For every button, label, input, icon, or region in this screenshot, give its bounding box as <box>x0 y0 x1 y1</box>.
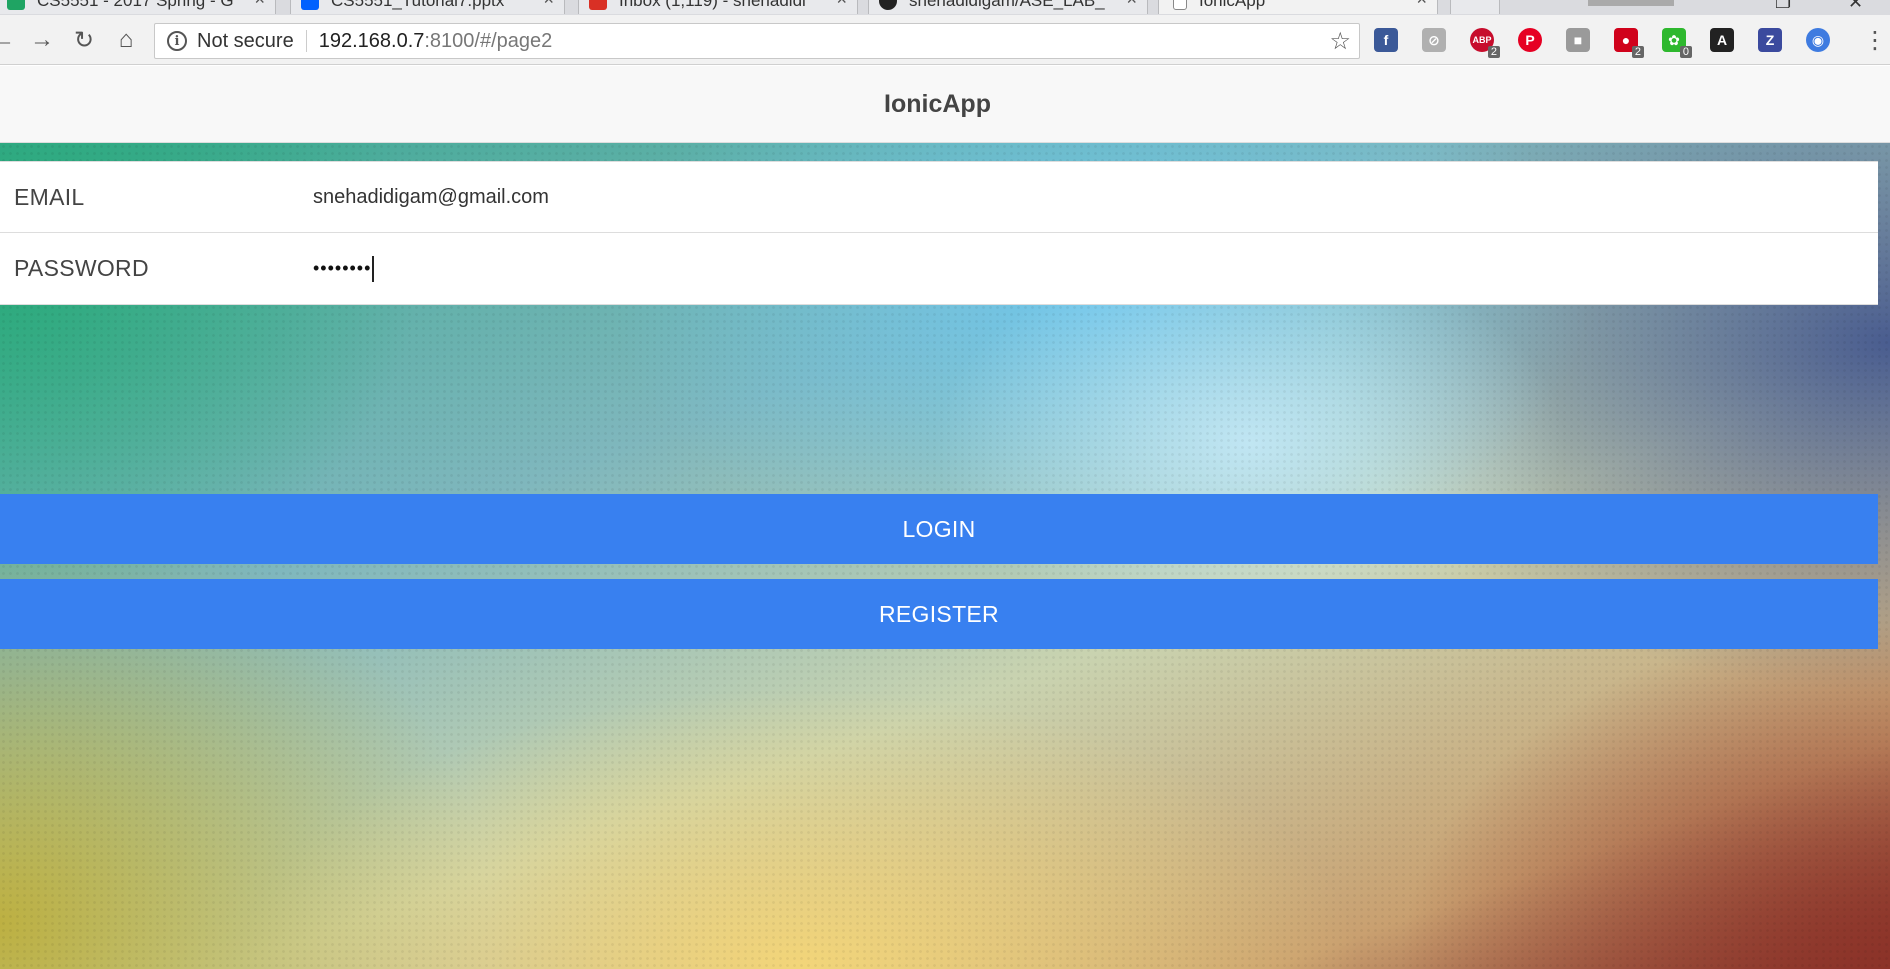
close-icon[interactable]: × <box>836 0 847 10</box>
login-button[interactable]: LOGIN <box>0 494 1878 564</box>
tab-strip: CS5551 - 2017 Spring - G × CS5551_Tutori… <box>0 0 1890 15</box>
tab-title: CS5551_Tutorial7.pptx <box>331 0 505 10</box>
bookmark-star-icon[interactable]: ☆ <box>1329 27 1351 56</box>
new-tab-button[interactable] <box>1450 0 1500 14</box>
restore-icon[interactable]: ❐ <box>1775 0 1791 13</box>
adblock-plus-icon[interactable]: ABP 2 <box>1470 28 1500 58</box>
red-ext-icon[interactable]: ● 2 <box>1614 28 1644 58</box>
app-header: IonicApp <box>0 66 1890 143</box>
tab-title: IonicApp <box>1199 0 1266 10</box>
email-label: EMAIL <box>14 183 85 210</box>
password-row[interactable]: PASSWORD •••••••• <box>0 233 1878 304</box>
tab-title: CS5551 - 2017 Spring - G <box>37 0 234 10</box>
close-icon[interactable]: × <box>543 0 554 10</box>
gray-ext-icon[interactable]: ■ <box>1566 28 1590 52</box>
close-icon[interactable]: × <box>1416 0 1427 10</box>
browser-tab[interactable]: CS5551 - 2017 Spring - G × <box>0 0 276 14</box>
facebook-ext-icon[interactable]: f <box>1374 28 1398 52</box>
close-window-icon[interactable]: ✕ <box>1848 0 1863 13</box>
extension-badge: 0 <box>1679 46 1692 58</box>
security-label[interactable]: Not secure <box>197 30 294 53</box>
green-ext-icon[interactable]: ✿ 0 <box>1662 28 1692 58</box>
dropbox-favicon-icon <box>301 0 319 10</box>
password-value: •••••••• <box>313 258 372 278</box>
address-bar[interactable]: i Not secure 192.168.0.7:8100/#/page2 ☆ <box>154 23 1360 59</box>
page-favicon-icon <box>1173 0 1187 10</box>
email-field[interactable]: snehadidigam@gmail.com <box>313 186 549 209</box>
zotero-icon[interactable]: Z <box>1758 28 1782 52</box>
sheets-favicon-icon <box>7 0 25 10</box>
email-row[interactable]: EMAIL snehadidigam@gmail.com <box>0 162 1878 233</box>
text-caret <box>372 255 375 282</box>
address-separator <box>305 30 307 52</box>
pinterest-icon[interactable]: P <box>1518 28 1542 52</box>
close-icon[interactable]: × <box>1126 0 1137 10</box>
browser-tab[interactable]: Inbox (1,119) - snehadidi × <box>578 0 858 14</box>
login-content: EMAIL snehadidigam@gmail.com PASSWORD ••… <box>0 143 1890 969</box>
gmail-favicon-icon <box>589 0 607 10</box>
close-icon[interactable]: × <box>254 0 265 10</box>
browser-tab-active[interactable]: IonicApp × <box>1158 0 1438 14</box>
browser-tab[interactable]: CS5551_Tutorial7.pptx × <box>290 0 565 14</box>
menu-icon[interactable]: ⋮ <box>1860 25 1890 55</box>
register-button[interactable]: REGISTER <box>0 579 1878 649</box>
reload-icon[interactable]: ↻ <box>69 25 99 55</box>
url-host: 192.168.0.7 <box>318 29 425 52</box>
back-icon[interactable]: ← <box>0 25 18 55</box>
github-favicon-icon <box>879 0 897 10</box>
browser-tab[interactable]: snehadidigam/ASE_LAB_ × <box>868 0 1148 14</box>
profile-button[interactable] <box>1588 0 1674 6</box>
generic-ext-icon[interactable]: ⊘ <box>1422 28 1446 52</box>
browser-toolbar: ← → ↻ ⌂ i Not secure 192.168.0.7:8100/#/… <box>0 15 1890 65</box>
login-form: EMAIL snehadidigam@gmail.com PASSWORD ••… <box>0 161 1878 305</box>
page-title: IonicApp <box>884 89 991 118</box>
info-icon[interactable]: i <box>167 31 187 51</box>
url-path: :8100/#/page2 <box>424 29 553 52</box>
blue-ext-icon[interactable]: ◉ <box>1806 28 1830 52</box>
tab-title: snehadidigam/ASE_LAB_ <box>909 0 1105 10</box>
password-field[interactable]: •••••••• <box>313 255 375 282</box>
password-label: PASSWORD <box>14 255 149 281</box>
tab-title: Inbox (1,119) - snehadidi <box>619 0 806 10</box>
home-icon[interactable]: ⌂ <box>111 25 141 55</box>
font-ext-icon[interactable]: A <box>1710 28 1734 52</box>
extension-badge: 2 <box>1487 46 1500 58</box>
forward-icon[interactable]: → <box>27 25 57 55</box>
extension-badge: 2 <box>1631 46 1644 58</box>
